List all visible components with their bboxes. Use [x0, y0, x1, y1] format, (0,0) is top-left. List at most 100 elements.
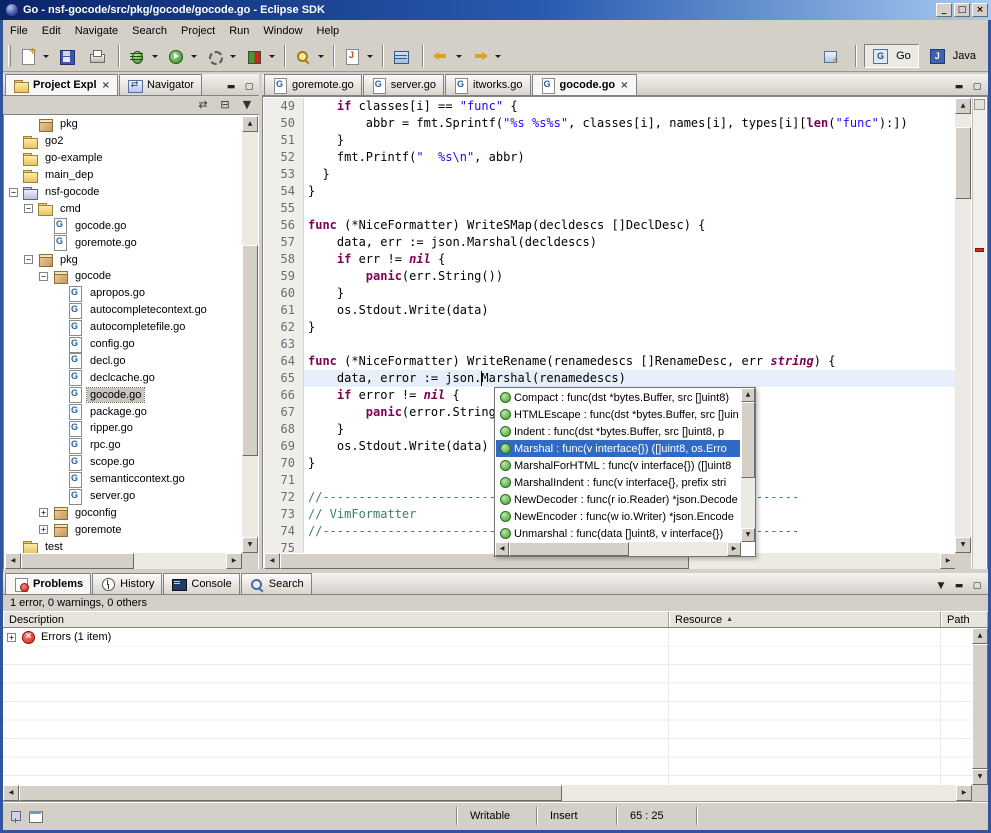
print-button[interactable] [85, 44, 113, 68]
title-bar[interactable]: Go - nsf-gocode/src/pkg/gocode/gocode.go… [0, 0, 991, 20]
column-header-path[interactable]: Path [941, 612, 988, 627]
view-tab-project-expl[interactable]: Project Expl× [5, 74, 118, 95]
scroll-thumb[interactable] [972, 644, 988, 769]
tree-item-go-example[interactable]: go-example [5, 150, 242, 167]
scroll-up-button[interactable]: ▲ [955, 98, 971, 114]
editor-tab-goremote-go[interactable]: goremote.go [264, 74, 362, 95]
assist-vscrollbar[interactable]: ▲ ▼ [741, 388, 755, 542]
tree-item-declcache-go[interactable]: declcache.go [5, 369, 242, 386]
open-search-dialog-button[interactable] [291, 44, 328, 68]
assist-hscrollbar[interactable]: ◀ ▶ [495, 542, 741, 556]
coverage-button-dropdown[interactable] [269, 55, 275, 58]
external-tools-button-dropdown[interactable] [230, 55, 236, 58]
scroll-thumb[interactable] [955, 127, 971, 199]
new-wizard-button[interactable] [16, 44, 53, 68]
pin-editor-icon[interactable] [8, 809, 24, 824]
explorer-hscrollbar[interactable]: ◀ ▶ [5, 553, 242, 569]
tree-item-config-go[interactable]: config.go [5, 336, 242, 353]
open-type-button[interactable] [389, 44, 417, 68]
code-line[interactable]: 59 panic(err.String()) [264, 268, 956, 285]
explorer-vscrollbar[interactable]: ▲ ▼ [242, 116, 258, 553]
open-perspective-button[interactable] [819, 44, 847, 68]
external-tools-button[interactable] [203, 44, 240, 68]
scroll-thumb[interactable] [242, 245, 258, 456]
code-line[interactable]: 65 data, error := json.Marshal(renamedes… [264, 370, 956, 387]
minimize-view-icon[interactable]: ▬ [951, 579, 967, 594]
code-line[interactable]: 50 abbr = fmt.Sprintf("%s %s%s", classes… [264, 115, 956, 132]
open-search-dialog-button-dropdown[interactable] [318, 55, 324, 58]
view-tab-console[interactable]: Console [163, 573, 239, 594]
tree-item-autocompletecontext-go[interactable]: autocompletecontext.go [5, 302, 242, 319]
content-assist-item[interactable]: NewEncoder : func(w io.Writer) *json.Enc… [496, 508, 740, 525]
tree-item-gocode-go[interactable]: gocode.go [5, 386, 242, 403]
collapse-all-icon[interactable]: ⊟ [216, 97, 234, 113]
maximize-view-icon[interactable]: ▢ [241, 80, 257, 95]
tree-item-pkg[interactable]: −pkg [5, 251, 242, 268]
content-assist-item[interactable]: HTMLEscape : func(dst *bytes.Buffer, src… [496, 406, 740, 423]
minimize-view-icon[interactable]: ▬ [951, 80, 967, 95]
scroll-left-button[interactable]: ◀ [3, 785, 19, 801]
menu-navigate[interactable]: Navigate [68, 22, 125, 40]
close-icon[interactable]: × [102, 80, 110, 91]
debug-button[interactable] [125, 44, 162, 68]
tree-item-ripper-go[interactable]: ripper.go [5, 420, 242, 437]
expand-icon[interactable]: + [39, 508, 48, 517]
content-assist-item[interactable]: NewDecoder : func(r io.Reader) *json.Dec… [496, 491, 740, 508]
menu-window[interactable]: Window [256, 22, 309, 40]
content-assist-item[interactable]: MarshalForHTML : func(v interface{}) ([]… [496, 457, 740, 474]
new-wizard-button-dropdown[interactable] [43, 55, 49, 58]
code-line[interactable]: 54} [264, 183, 956, 200]
scroll-right-button[interactable]: ▶ [956, 785, 972, 801]
close-button[interactable]: × [972, 3, 988, 17]
editor-vscrollbar[interactable]: ▲ ▼ [955, 98, 971, 553]
tree-item-cmd[interactable]: −cmd [5, 200, 242, 217]
editor-tab-itworks-go[interactable]: itworks.go [445, 74, 531, 95]
tree-item-goremote[interactable]: +goremote [5, 521, 242, 538]
view-menu-icon[interactable]: ▼ [238, 97, 256, 113]
code-line[interactable]: 63 [264, 336, 956, 353]
scroll-track[interactable] [19, 785, 956, 801]
minimize-button[interactable]: _ [936, 3, 952, 17]
content-assist-item[interactable]: MarshalIndent : func(v interface{}, pref… [496, 474, 740, 491]
run-button-dropdown[interactable] [191, 55, 197, 58]
expand-icon[interactable]: + [7, 633, 16, 642]
tree-item-rpc-go[interactable]: rpc.go [5, 437, 242, 454]
new-java-element-button-dropdown[interactable] [367, 55, 373, 58]
scroll-right-button[interactable]: ▶ [940, 553, 956, 569]
scroll-track[interactable] [741, 402, 755, 528]
close-icon[interactable]: × [620, 80, 628, 91]
scroll-left-button[interactable]: ◀ [264, 553, 280, 569]
tree-item-apropos-go[interactable]: apropos.go [5, 285, 242, 302]
scroll-left-button[interactable]: ◀ [495, 542, 509, 556]
run-button[interactable] [164, 44, 201, 68]
menu-project[interactable]: Project [174, 22, 222, 40]
perspective-go[interactable]: Go [864, 44, 919, 68]
code-line[interactable]: 52 fmt.Printf(" %s\n", abbr) [264, 149, 956, 166]
scroll-track[interactable] [972, 644, 988, 769]
save-button[interactable] [55, 44, 83, 68]
view-tab-history[interactable]: History [92, 573, 162, 594]
scroll-down-button[interactable]: ▼ [741, 528, 755, 542]
scroll-right-button[interactable]: ▶ [727, 542, 741, 556]
code-line[interactable]: 53 } [264, 166, 956, 183]
maximize-view-icon[interactable]: ▢ [969, 80, 985, 95]
new-java-element-button[interactable] [340, 44, 377, 68]
collapse-icon[interactable]: − [24, 204, 33, 213]
link-with-editor-icon[interactable]: ⇄ [194, 97, 212, 113]
tree-item-package-go[interactable]: package.go [5, 403, 242, 420]
menu-run[interactable]: Run [222, 22, 256, 40]
tree-item-scope-go[interactable]: scope.go [5, 454, 242, 471]
code-line[interactable]: 61 os.Stdout.Write(data) [264, 302, 956, 319]
code-line[interactable]: 64func (*NiceFormatter) WriteRename(rena… [264, 353, 956, 370]
collapse-icon[interactable]: − [24, 255, 33, 264]
back-button[interactable] [429, 44, 466, 68]
coverage-button[interactable] [242, 44, 279, 68]
scroll-down-button[interactable]: ▼ [955, 537, 971, 553]
back-button-dropdown[interactable] [456, 55, 462, 58]
editor-tab-server-go[interactable]: server.go [363, 74, 444, 95]
view-menu-icon[interactable]: ▼ [933, 579, 949, 594]
editor-tab-gocode-go[interactable]: gocode.go× [532, 74, 637, 95]
scroll-thumb[interactable] [21, 553, 134, 569]
maximize-button[interactable]: □ [954, 3, 970, 17]
column-header-resource[interactable]: Resource▲ [669, 612, 941, 627]
